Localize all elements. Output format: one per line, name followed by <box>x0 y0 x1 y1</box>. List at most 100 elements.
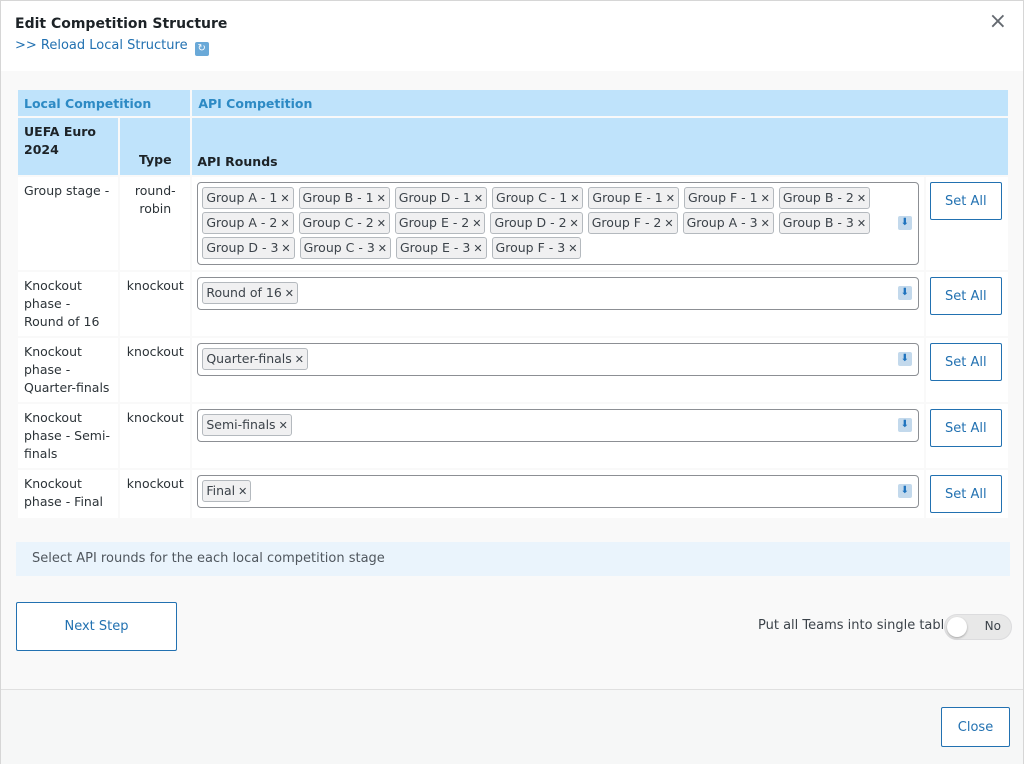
toggle-knob <box>947 617 967 637</box>
round-tag-label: Group E - 2 <box>398 215 470 230</box>
remove-tag-icon[interactable]: ✕ <box>281 242 290 255</box>
round-tag-label: Group D - 2 <box>494 215 567 230</box>
close-button[interactable]: Close <box>941 707 1010 747</box>
round-tag-label: Group D - 3 <box>206 240 279 255</box>
stage-row: Knockout phase - Final knockout Final ✕ ⬇ Se… <box>18 470 1008 518</box>
remove-tag-icon[interactable]: ✕ <box>664 217 673 230</box>
api-rounds-cell: Final ✕ ⬇ <box>192 470 924 518</box>
dropdown-arrow-icon[interactable]: ⬇ <box>897 215 912 230</box>
reload-local-structure-link[interactable]: >> Reload Local Structure ↻ <box>15 38 209 56</box>
set-all-button[interactable]: Set All <box>929 475 1002 513</box>
round-tag-label: Group C - 1 <box>496 190 568 205</box>
remove-tag-icon[interactable]: ✕ <box>295 353 304 366</box>
set-all-button[interactable]: Set All <box>929 277 1002 315</box>
set-all-button[interactable]: Set All <box>929 409 1002 447</box>
dropdown-arrow-icon[interactable]: ⬇ <box>897 417 912 432</box>
remove-tag-icon[interactable]: ✕ <box>472 217 481 230</box>
remove-tag-icon[interactable]: ✕ <box>857 217 866 230</box>
api-rounds-select[interactable]: Final ✕ ⬇ <box>197 475 919 508</box>
dropdown-arrow-icon[interactable]: ⬇ <box>897 483 912 498</box>
stage-type: round-robin <box>120 177 191 270</box>
remove-tag-icon[interactable]: ✕ <box>377 192 386 205</box>
api-rounds-cell: Group A - 1 ✕ Group B - 1 ✕ Group D - 1 ✕ G… <box>192 177 924 270</box>
round-tag: Group A - 1 ✕ <box>202 187 294 209</box>
competition-table: Local Competition API Competition UEFA E… <box>16 88 1010 520</box>
single-table-toggle-label: Put all Teams into single table <box>758 618 953 633</box>
round-tag: Group D - 3 ✕ <box>202 237 295 259</box>
remove-tag-icon[interactable]: ✕ <box>238 485 247 498</box>
round-tag-label: Group A - 1 <box>206 190 278 205</box>
round-tag: Group D - 2 ✕ <box>490 212 583 234</box>
round-tag: Group E - 2 ✕ <box>394 212 486 234</box>
column-type: Type <box>120 118 191 175</box>
round-tag: Group F - 3 ✕ <box>491 237 582 259</box>
remove-tag-icon[interactable]: ✕ <box>570 217 579 230</box>
close-icon[interactable]: × <box>989 10 1007 34</box>
round-tag: Group E - 1 ✕ <box>588 187 679 209</box>
stage-name: Knockout phase - Final <box>18 470 119 518</box>
api-rounds-cell: Quarter-finals ✕ ⬇ <box>192 338 924 402</box>
stage-type: knockout <box>120 272 191 336</box>
round-tag: Semi-finals ✕ <box>202 414 292 436</box>
api-rounds-select[interactable]: Round of 16 ✕ ⬇ <box>197 277 919 310</box>
round-tag-label: Group B - 3 <box>782 215 854 230</box>
round-tag-label: Semi-finals <box>206 417 276 432</box>
stage-row: Knockout phase - Semi-finals knockout Semi… <box>18 404 1008 468</box>
dropdown-arrow-icon[interactable]: ⬇ <box>897 285 912 300</box>
remove-tag-icon[interactable]: ✕ <box>280 217 289 230</box>
round-tag-label: Final <box>206 483 236 498</box>
remove-tag-icon[interactable]: ✕ <box>378 242 387 255</box>
stage-type: knockout <box>120 338 191 402</box>
stage-name: Knockout phase - Quarter-finals <box>18 338 119 402</box>
api-rounds-select[interactable]: Quarter-finals ✕ ⬇ <box>197 343 919 376</box>
local-competition-name: UEFA Euro 2024 <box>18 118 119 175</box>
refresh-icon: ↻ <box>194 42 209 56</box>
dialog-footer: Close <box>1 689 1023 764</box>
stage-row: Knockout phase - Quarter-finals knockout Q… <box>18 338 1008 402</box>
remove-tag-icon[interactable]: ✕ <box>280 192 289 205</box>
round-tag-label: Group A - 2 <box>206 215 278 230</box>
stage-row: Knockout phase - Round of 16 knockout Roun… <box>18 272 1008 336</box>
remove-tag-icon[interactable]: ✕ <box>857 192 866 205</box>
set-all-button[interactable]: Set All <box>929 182 1002 220</box>
round-tag-label: Group C - 2 <box>302 215 374 230</box>
remove-tag-icon[interactable]: ✕ <box>761 217 770 230</box>
header-api-competition: API Competition <box>192 90 1008 116</box>
round-tag: Quarter-finals ✕ <box>202 348 309 370</box>
remove-tag-icon[interactable]: ✕ <box>761 192 770 205</box>
reload-label: >> Reload Local Structure <box>15 38 188 53</box>
remove-tag-icon[interactable]: ✕ <box>279 419 288 432</box>
round-tag: Group E - 3 ✕ <box>396 237 487 259</box>
round-tag-label: Group E - 1 <box>592 190 663 205</box>
round-tag-label: Group F - 1 <box>687 190 758 205</box>
round-tag: Group C - 2 ✕ <box>298 212 390 234</box>
set-all-button[interactable]: Set All <box>929 343 1002 381</box>
stage-name: Knockout phase - Round of 16 <box>18 272 119 336</box>
set-all-cell: Set All <box>925 404 1008 468</box>
round-tag: Group B - 1 ✕ <box>298 187 390 209</box>
round-tag-label: Group A - 3 <box>686 215 758 230</box>
round-tag: Group F - 1 ✕ <box>683 187 774 209</box>
round-tag: Group B - 3 ✕ <box>778 212 871 234</box>
dialog-title: Edit Competition Structure <box>15 16 228 32</box>
round-tag-label: Group E - 3 <box>400 240 471 255</box>
next-step-button[interactable]: Next Step <box>16 602 177 651</box>
header-local-competition: Local Competition <box>18 90 191 116</box>
remove-tag-icon[interactable]: ✕ <box>570 192 579 205</box>
api-rounds-select[interactable]: Group A - 1 ✕ Group B - 1 ✕ Group D - 1 ✕ G… <box>197 182 919 265</box>
info-message: Select API rounds for the each local com… <box>16 542 1010 576</box>
stage-type: knockout <box>120 470 191 518</box>
remove-tag-icon[interactable]: ✕ <box>568 242 577 255</box>
remove-tag-icon[interactable]: ✕ <box>474 192 483 205</box>
remove-tag-icon[interactable]: ✕ <box>473 242 482 255</box>
round-tag-label: Group F - 2 <box>591 215 662 230</box>
round-tag-label: Group D - 1 <box>398 190 471 205</box>
api-rounds-select[interactable]: Semi-finals ✕ ⬇ <box>197 409 919 442</box>
edit-structure-dialog: Edit Competition Structure >> Reload Loc… <box>0 0 1024 764</box>
remove-tag-icon[interactable]: ✕ <box>377 217 386 230</box>
remove-tag-icon[interactable]: ✕ <box>666 192 675 205</box>
dropdown-arrow-icon[interactable]: ⬇ <box>897 351 912 366</box>
round-tag-label: Group C - 3 <box>303 240 375 255</box>
remove-tag-icon[interactable]: ✕ <box>285 287 294 300</box>
single-table-toggle[interactable]: No <box>944 614 1012 640</box>
